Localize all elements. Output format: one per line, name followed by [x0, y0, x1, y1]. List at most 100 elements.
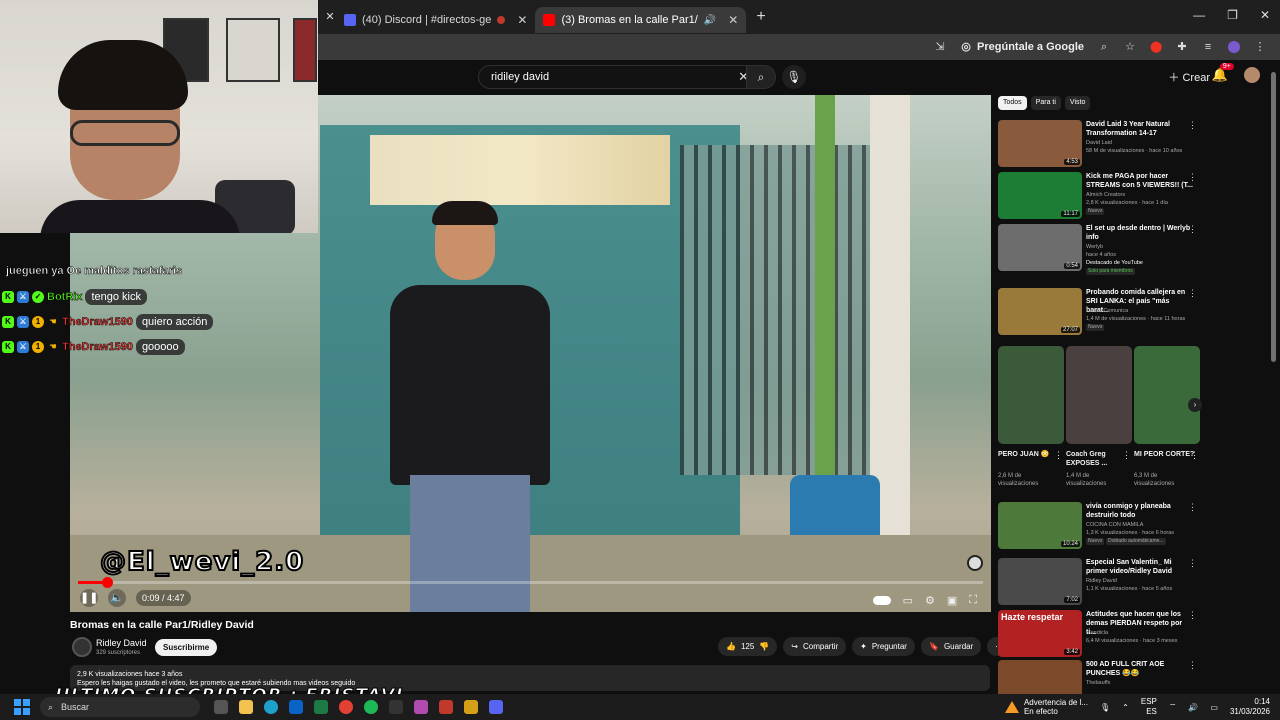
more-icon[interactable]: ⋮	[1188, 172, 1197, 183]
spotify-icon[interactable]	[364, 700, 378, 714]
more-icon[interactable]: ⋮	[1190, 450, 1199, 461]
recommendation-item[interactable]: 27:07 Probando comida callejera en SRI LA…	[998, 288, 1203, 338]
rec-channel[interactable]: COCINA CON MAMILA	[1086, 522, 1198, 529]
thumbs-down-icon[interactable]: 👎	[759, 637, 769, 656]
outlook-icon[interactable]	[289, 700, 303, 714]
close-tab-icon[interactable]: ✕	[324, 11, 336, 23]
short-thumbnail[interactable]	[998, 346, 1064, 444]
chrome-icon[interactable]	[339, 700, 353, 714]
new-tab-icon[interactable]: +	[756, 8, 765, 26]
close-icon[interactable]: ✕	[728, 13, 738, 27]
recommendation-item[interactable]: Hazte respetar 3:42 Actitudes que hacen qu…	[998, 610, 1203, 660]
video-thumbnail[interactable]: 10:24	[998, 502, 1082, 549]
rec-channel[interactable]: Mendicla	[1086, 630, 1198, 637]
weather-warning[interactable]: Advertencia de l... En efecto	[1004, 698, 1088, 716]
speaker-icon[interactable]: 🔊	[704, 15, 716, 26]
rec-title[interactable]: Especial San Valentin_ Mi primer video/R…	[1086, 558, 1194, 576]
wifi-icon[interactable]: ⌔	[1169, 702, 1177, 712]
close-icon[interactable]: ✕	[517, 13, 527, 27]
share-button[interactable]: ↪ Compartir	[783, 637, 847, 656]
app-icon[interactable]	[464, 700, 478, 714]
tab-discord[interactable]: (40) Discord | #directos-ge ✕	[336, 7, 535, 33]
channel-watermark-icon[interactable]	[967, 555, 983, 571]
short-title[interactable]: PERO JUAN 😳	[998, 450, 1060, 459]
obs-icon[interactable]	[389, 700, 403, 714]
mic-icon[interactable]: 🎙	[1100, 703, 1110, 712]
miniplayer-icon[interactable]: ▣	[947, 594, 957, 607]
chip-todos[interactable]: Todos	[998, 96, 1027, 110]
puzzle-icon[interactable]: ✚	[1176, 41, 1188, 53]
channel-name[interactable]: Ridley David	[96, 638, 147, 648]
rec-channel[interactable]: Luisito Comunica	[1086, 308, 1198, 315]
volume-icon[interactable]: 🔈	[108, 589, 126, 607]
short-title[interactable]: Coach Greg EXPOSES ...	[1066, 450, 1128, 468]
save-button[interactable]: 🔖 Guardar	[920, 637, 982, 656]
video-thumbnail[interactable]: 7:02	[998, 558, 1082, 605]
more-icon[interactable]: ⋮	[1188, 502, 1197, 513]
scrollbar-thumb[interactable]	[1271, 72, 1276, 362]
menu-icon[interactable]: ⋮	[1254, 41, 1266, 53]
short-thumbnail[interactable]	[1066, 346, 1132, 444]
ask-button[interactable]: ✦ Preguntar	[852, 637, 915, 656]
task-view-icon[interactable]	[214, 700, 228, 714]
ask-google-button[interactable]: ◎ Pregúntale a Google	[960, 41, 1084, 53]
language-indicator[interactable]: ESP ES	[1141, 697, 1157, 717]
tab-youtube[interactable]: (3) Bromas en la calle Par1/ 🔊 ✕	[535, 7, 747, 33]
clock[interactable]: 0:14 31/03/2026	[1230, 697, 1270, 717]
speaker-icon[interactable]: 🔊	[1188, 703, 1198, 712]
media-icon[interactable]: ≡	[1202, 41, 1214, 53]
avatar[interactable]	[1244, 67, 1260, 83]
video-thumbnail[interactable]: 11:17	[998, 172, 1082, 219]
file-explorer-icon[interactable]	[239, 700, 253, 714]
rec-title[interactable]: Kick me PAGA por hacer STREAMS con 5 VIE…	[1086, 172, 1194, 190]
more-icon[interactable]: ⋮	[1188, 120, 1197, 131]
pause-icon[interactable]: ❚❚	[80, 589, 98, 607]
short-title[interactable]: MI PEOR CORTE?	[1134, 450, 1196, 459]
zoom-icon[interactable]: ⌕	[1098, 41, 1110, 53]
profile-icon[interactable]	[1228, 41, 1240, 53]
more-icon[interactable]: ⋮	[1122, 450, 1131, 461]
settings-icon[interactable]: ⚙	[925, 594, 935, 607]
discord-icon[interactable]	[489, 700, 503, 714]
rec-title[interactable]: El set up desde dentro | Werlyb info	[1086, 224, 1194, 242]
edge-icon[interactable]	[264, 700, 278, 714]
extension-red-icon[interactable]: ⬤	[1150, 41, 1162, 53]
recommendation-item[interactable]: 11:17 Kick me PAGA por hacer STREAMS con …	[998, 172, 1203, 222]
scrollbar[interactable]	[1270, 62, 1278, 690]
recommendation-item[interactable]: 7:02 Especial San Valentin_ Mi primer vid…	[998, 558, 1203, 608]
windows-start-icon[interactable]	[14, 699, 30, 715]
more-icon[interactable]: ⋮	[1188, 224, 1197, 235]
rec-channel[interactable]: Thebauffs	[1086, 680, 1198, 687]
recommendation-item[interactable]: 10:24 vivía conmigo y planeaba destruirlo…	[998, 502, 1203, 552]
rec-channel[interactable]: David Laid	[1086, 140, 1198, 147]
rec-title[interactable]: 500 AD FULL CRIT AOE PUNCHES 😂😂	[1086, 660, 1194, 678]
close-window-icon[interactable]: ✕	[1260, 8, 1270, 22]
battery-icon[interactable]: ▭	[1210, 703, 1218, 712]
more-icon[interactable]: ⋮	[1188, 660, 1197, 671]
excel-icon[interactable]	[314, 700, 328, 714]
rec-channel[interactable]: Ridley David	[1086, 578, 1198, 585]
more-icon[interactable]: ⋮	[1188, 558, 1197, 569]
channel-avatar[interactable]	[72, 637, 92, 657]
create-button[interactable]: ＋ Crear	[1168, 69, 1210, 85]
like-button[interactable]: 👍 125 👎	[718, 637, 778, 656]
search-input[interactable]: ridiley david ✕	[478, 65, 758, 89]
search-button[interactable]: ⌕	[746, 65, 776, 89]
video-thumbnail[interactable]: Hazte respetar 3:42	[998, 610, 1082, 657]
more-icon[interactable]: ⋮	[1188, 288, 1197, 299]
app-icon[interactable]	[439, 700, 453, 714]
restore-icon[interactable]: ❐	[1227, 8, 1238, 22]
rec-channel[interactable]: Almich Creators	[1086, 192, 1198, 199]
rec-title[interactable]: vivía conmigo y planeaba destruirlo todo	[1086, 502, 1194, 520]
chevron-right-icon[interactable]: ›	[1188, 398, 1202, 412]
subtitles-icon[interactable]: ▭	[903, 594, 913, 607]
short-thumbnail[interactable]	[1134, 346, 1200, 444]
video-thumbnail[interactable]: 0:54	[998, 224, 1082, 271]
recommendation-item[interactable]: 0:54 El set up desde dentro | Werlyb info…	[998, 224, 1203, 275]
autoplay-toggle[interactable]	[872, 596, 891, 605]
fullscreen-icon[interactable]: ⛶	[969, 594, 977, 607]
more-icon[interactable]: ⋮	[1054, 450, 1063, 461]
chevron-up-icon[interactable]: ⌃	[1122, 703, 1129, 712]
chip-visto[interactable]: Visto	[1064, 96, 1091, 110]
recommendation-item[interactable]: 4:53 David Laid 3 Year Natural Transforma…	[998, 120, 1203, 170]
